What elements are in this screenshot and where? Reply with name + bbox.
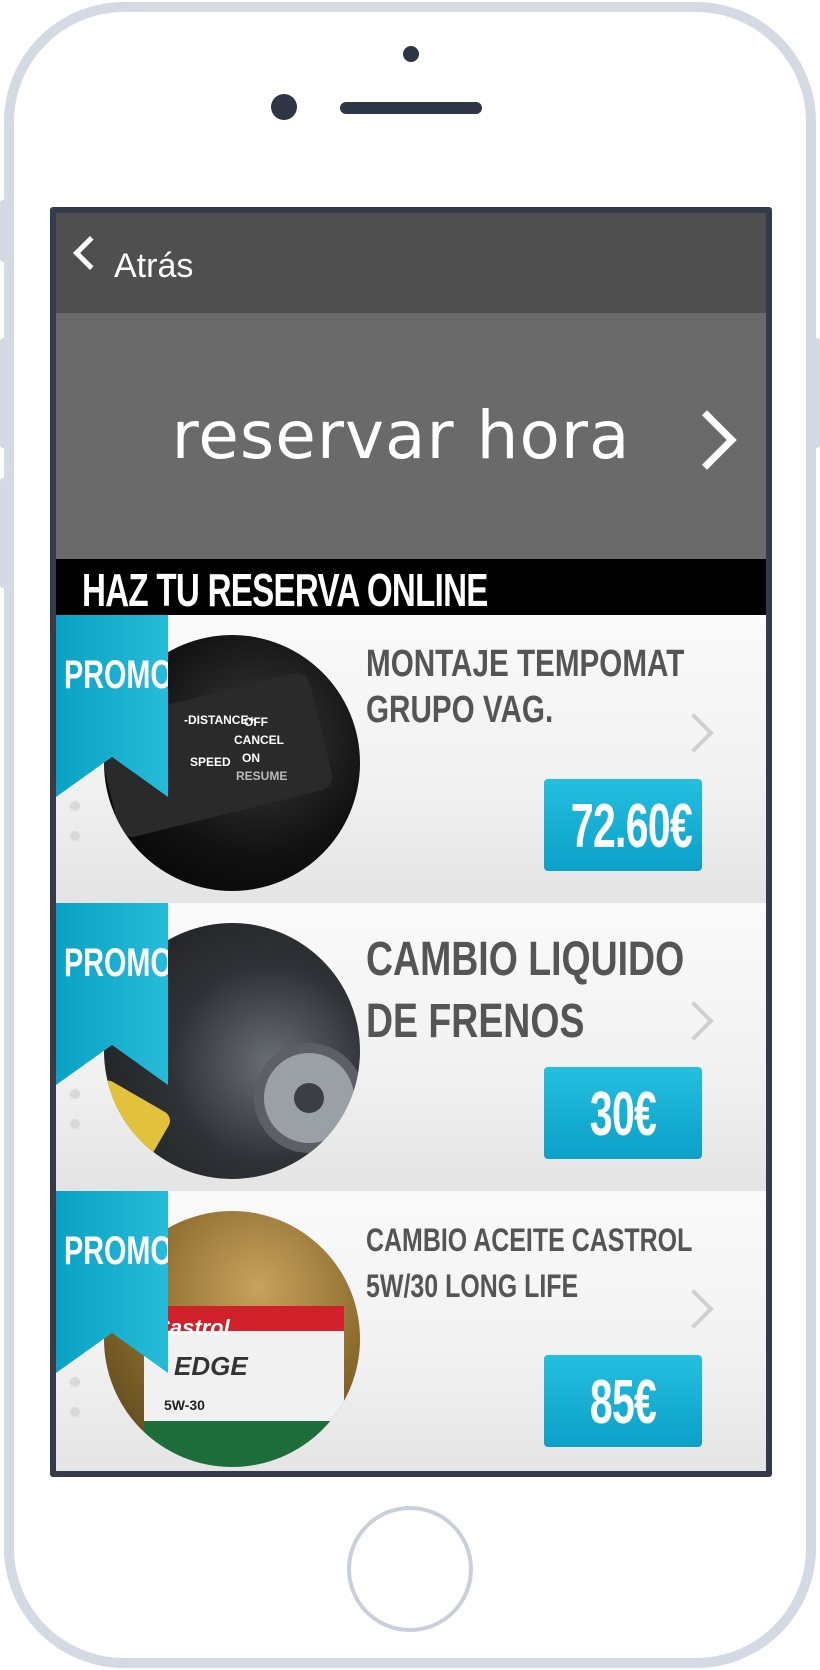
page-dot [70, 831, 80, 841]
item-title: CAMBIO ACEITE CASTROL 5W/30 LONG LIFE [366, 1217, 693, 1309]
chevron-right-icon [674, 1001, 714, 1041]
price-badge: 85€ [544, 1355, 702, 1447]
app-screen: Atrás reservar hora HAZ TU RESERVA ONLIN… [50, 207, 772, 1477]
page-dot [70, 1407, 80, 1417]
promo-label: PROMO [64, 653, 173, 697]
item-title-line: DE FRENOS [366, 995, 585, 1048]
image-text: RESUME [236, 769, 288, 783]
volume-down-button [0, 478, 6, 588]
price-badge: 72.60€ [544, 779, 702, 871]
item-title-line: CAMBIO ACEITE CASTROL [366, 1222, 693, 1258]
item-title-line: GRUPO VAG. [366, 689, 554, 731]
image-text: EDGE [174, 1351, 248, 1381]
price: 72.60€ [570, 792, 693, 861]
page-dot [70, 801, 80, 811]
section-header: HAZ TU RESERVA ONLINE [56, 559, 766, 616]
proximity-sensor [403, 46, 419, 62]
earpiece-speaker [340, 102, 482, 114]
price-badge: 30€ [544, 1067, 702, 1159]
volume-up-button [0, 338, 6, 448]
image-text: OFF [244, 715, 268, 729]
item-title-line: MONTAJE TEMPOMAT [366, 643, 685, 685]
banner-text: reservar hora [171, 397, 631, 474]
chevron-left-icon[interactable] [73, 236, 107, 270]
image-text: CANCEL [234, 733, 284, 747]
page-dot [70, 1119, 80, 1129]
chevron-right-icon [674, 1289, 714, 1329]
chevron-right-icon [674, 713, 714, 753]
promo-label: PROMO [64, 1229, 173, 1273]
section-title: HAZ TU RESERVA ONLINE [82, 564, 488, 616]
front-camera [271, 94, 297, 120]
page-dot [70, 1089, 80, 1099]
image-text: SPEED [190, 755, 231, 769]
disc-center [254, 1043, 360, 1153]
price: 85€ [589, 1368, 657, 1437]
nav-bar: Atrás [56, 213, 766, 313]
label-stripe [144, 1421, 344, 1467]
back-button[interactable]: Atrás [114, 247, 193, 286]
item-title: MONTAJE TEMPOMAT GRUPO VAG. [366, 641, 685, 733]
list-item[interactable]: PROMO CAMBIO LIQUIDO DE FRENOS 30€ [56, 903, 766, 1191]
reserve-banner[interactable]: reservar hora [56, 313, 766, 559]
list-item[interactable]: -DISTANCE+ SPEED OFF CANCEL ON RESUME PR… [56, 615, 766, 903]
disc-hub [294, 1083, 324, 1113]
home-button[interactable] [347, 1506, 473, 1632]
item-title-line: CAMBIO LIQUIDO [366, 933, 685, 986]
silent-switch [0, 200, 6, 262]
brake-caliper [104, 1077, 174, 1169]
image-text: 5W-30 [164, 1397, 205, 1413]
price: 30€ [589, 1080, 657, 1149]
page-dot [70, 1377, 80, 1387]
item-title-line: 5W/30 LONG LIFE [366, 1268, 579, 1304]
list-item[interactable]: Castrol EDGE 5W-30 PROMO CAMBIO ACEITE C… [56, 1191, 766, 1471]
power-button [814, 338, 820, 448]
item-title: CAMBIO LIQUIDO DE FRENOS [366, 929, 685, 1053]
promo-label: PROMO [64, 941, 173, 985]
image-text: ON [242, 751, 260, 765]
